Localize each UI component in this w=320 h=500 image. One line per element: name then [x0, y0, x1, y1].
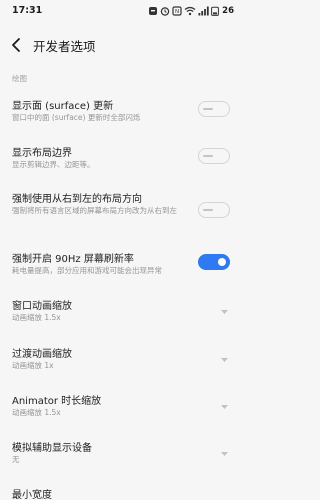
setting-title: 强制开启 90Hz 屏幕刷新率	[12, 254, 134, 265]
chevron-down-icon[interactable]	[220, 357, 229, 363]
status-icons: N 26	[148, 5, 234, 17]
nav-bar: 开发者选项	[0, 28, 242, 62]
setting-title: 窗口动画缩放	[12, 301, 72, 312]
battery-icon	[211, 6, 220, 16]
setting-force-rtl-layout[interactable]: 强制使用从右到左的布局方向 强制将所有语言区域的屏幕布局方向改为从右到左	[0, 190, 242, 220]
toggle-switch[interactable]	[198, 101, 230, 117]
setting-show-surface-updates[interactable]: 显示面 (surface) 更新 窗口中的面 (surface) 更新时全部闪烁	[0, 97, 242, 127]
toggle-switch[interactable]	[198, 148, 230, 164]
setting-description: 动画缩放 1x	[12, 361, 54, 370]
setting-title: 强制使用从右到左的布局方向	[12, 194, 142, 205]
setting-title: 过渡动画缩放	[12, 349, 72, 360]
alarm-icon	[160, 7, 170, 16]
svg-text:N: N	[175, 9, 179, 15]
chevron-down-icon[interactable]	[220, 451, 229, 457]
setting-smallest-width[interactable]: 最小宽度	[0, 486, 242, 500]
setting-description: 耗电量提高，部分应用和游戏可能会出现异常	[12, 266, 162, 275]
setting-title: 显示面 (surface) 更新	[12, 101, 114, 112]
setting-window-animation-scale[interactable]: 窗口动画缩放 动画缩放 1.5x	[0, 297, 242, 327]
toggle-knob	[218, 258, 226, 266]
setting-transition-animation-scale[interactable]: 过渡动画缩放 动画缩放 1x	[0, 345, 242, 375]
signal-icon	[198, 6, 209, 16]
setting-description: 窗口中的面 (surface) 更新时全部闪烁	[12, 113, 141, 122]
back-arrow-icon[interactable]	[8, 35, 24, 55]
nfc-icon: N	[172, 6, 182, 16]
notification-icon	[149, 7, 158, 15]
toggle-switch[interactable]	[198, 202, 230, 218]
toggle-knob	[203, 209, 213, 211]
section-header: 绘图	[12, 74, 27, 83]
setting-show-layout-bounds[interactable]: 显示布局边界 显示剪辑边界、边距等。	[0, 144, 242, 174]
setting-title: 最小宽度	[12, 490, 52, 500]
setting-simulate-secondary-display[interactable]: 模拟辅助显示设备 无	[0, 439, 242, 469]
setting-description: 动画缩放 1.5x	[12, 408, 61, 417]
toggle-knob	[203, 108, 213, 110]
setting-title: Animator 时长缩放	[12, 396, 102, 407]
wifi-icon	[184, 6, 196, 16]
setting-title: 模拟辅助显示设备	[12, 443, 92, 454]
setting-description: 强制将所有语言区域的屏幕布局方向改为从右到左	[12, 206, 177, 215]
setting-title: 显示布局边界	[12, 148, 72, 159]
toggle-knob	[203, 155, 213, 157]
chevron-down-icon[interactable]	[220, 309, 229, 315]
setting-description: 无	[12, 455, 20, 464]
setting-force-90hz-refresh[interactable]: 强制开启 90Hz 屏幕刷新率 耗电量提高，部分应用和游戏可能会出现异常	[0, 250, 242, 280]
battery-level: 26	[222, 6, 234, 16]
setting-description: 动画缩放 1.5x	[12, 313, 61, 322]
setting-description: 显示剪辑边界、边距等。	[12, 160, 95, 169]
status-time: 17:31	[12, 5, 43, 16]
chevron-down-icon[interactable]	[220, 404, 229, 410]
toggle-switch[interactable]	[198, 254, 230, 270]
setting-animator-duration-scale[interactable]: Animator 时长缩放 动画缩放 1.5x	[0, 392, 242, 422]
page-title: 开发者选项	[33, 39, 96, 54]
status-bar: 17:31 N 26	[0, 0, 242, 24]
